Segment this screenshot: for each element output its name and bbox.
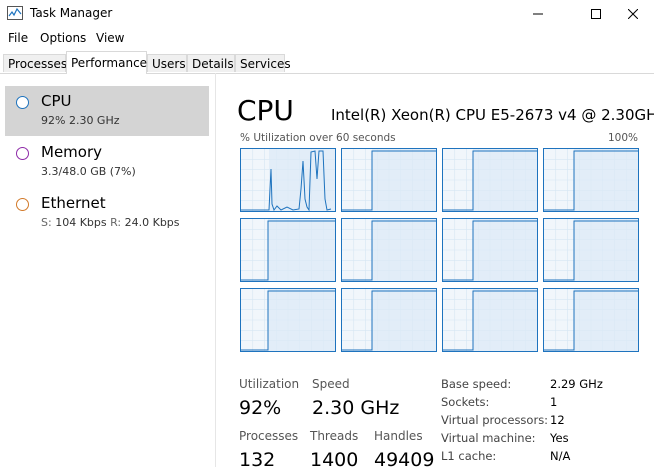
handles-value: 49409 xyxy=(374,449,435,471)
sidebar-item-cpu[interactable]: CPU 92% 2.30 GHz xyxy=(5,86,209,136)
title-bar: Task Manager xyxy=(0,0,654,28)
cpu-model: Intel(R) Xeon(R) CPU E5-2673 v4 @ 2.30GH… xyxy=(331,106,654,124)
processor-graph xyxy=(442,218,538,282)
processor-graph xyxy=(341,288,437,352)
processor-graph xyxy=(341,218,437,282)
base-speed-value: 2.29 GHz xyxy=(550,377,603,391)
sidebar-item-label: CPU xyxy=(41,92,72,110)
menu-view[interactable]: View xyxy=(96,31,124,45)
sidebar-item-sub: 3.3/48.0 GB (7%) xyxy=(41,165,136,178)
l1-cache-label: L1 cache: xyxy=(441,449,497,463)
threads-label: Threads xyxy=(310,429,359,443)
processor-graph xyxy=(543,288,639,352)
l1-cache-value: N/A xyxy=(550,449,571,463)
sidebar-item-memory[interactable]: Memory 3.3/48.0 GB (7%) xyxy=(5,137,209,187)
sidebar-item-label: Ethernet xyxy=(41,194,106,212)
processor-graph xyxy=(240,288,336,352)
threads-value: 1400 xyxy=(310,449,359,471)
cpu-panel: CPU Intel(R) Xeon(R) CPU E5-2673 v4 @ 2.… xyxy=(216,73,654,471)
page-title: CPU xyxy=(237,94,294,127)
virtual-processors-value: 12 xyxy=(550,413,565,427)
utilization-graph-max: 100% xyxy=(607,132,638,144)
sockets-value: 1 xyxy=(550,395,558,409)
receive-label: R: xyxy=(110,216,122,229)
tab-performance[interactable]: Performance xyxy=(66,51,147,74)
close-button[interactable] xyxy=(610,0,654,28)
virtual-machine-label: Virtual machine: xyxy=(441,431,536,445)
tab-services[interactable]: Services xyxy=(235,54,291,72)
cpu-indicator-icon xyxy=(16,96,29,109)
processor-graph xyxy=(442,148,538,212)
processor-graph xyxy=(240,218,336,282)
tab-users[interactable]: Users xyxy=(147,54,187,72)
menu-file[interactable]: File xyxy=(8,31,28,45)
ethernet-indicator-icon xyxy=(16,198,29,211)
memory-indicator-icon xyxy=(16,147,29,160)
task-manager-icon xyxy=(7,6,23,20)
utilization-value: 92% xyxy=(239,397,282,419)
base-speed-label: Base speed: xyxy=(441,377,512,391)
virtual-processors-label: Virtual processors: xyxy=(441,413,549,427)
receive-value: 24.0 Kbps xyxy=(124,216,180,229)
resource-sidebar: CPU 92% 2.30 GHz Memory 3.3/48.0 GB (7%)… xyxy=(0,73,216,467)
processor-graph xyxy=(240,148,336,212)
maximize-icon xyxy=(591,9,601,19)
processor-graph xyxy=(543,148,639,212)
processor-graph xyxy=(341,148,437,212)
sidebar-item-label: Memory xyxy=(41,143,103,161)
processor-graph xyxy=(543,218,639,282)
tab-strip: Processes Performance Users Details Serv… xyxy=(0,51,654,74)
logical-processor-graphs xyxy=(240,148,639,354)
window-title: Task Manager xyxy=(30,6,113,20)
speed-value: 2.30 GHz xyxy=(312,397,400,419)
tab-processes[interactable]: Processes xyxy=(3,54,67,72)
processor-graph xyxy=(442,288,538,352)
sidebar-item-ethernet[interactable]: Ethernet S: 104 Kbps R: 24.0 Kbps xyxy=(5,188,209,238)
minimize-icon xyxy=(533,13,543,15)
send-value: 104 Kbps xyxy=(55,216,107,229)
close-icon xyxy=(628,9,638,19)
tab-details[interactable]: Details xyxy=(187,54,235,72)
minimize-button[interactable] xyxy=(515,0,561,28)
sidebar-item-sub: 92% 2.30 GHz xyxy=(41,114,120,127)
sidebar-item-sub: S: 104 Kbps R: 24.0 Kbps xyxy=(41,216,180,229)
processes-label: Processes xyxy=(239,429,299,443)
sockets-label: Sockets: xyxy=(441,395,490,409)
handles-label: Handles xyxy=(374,429,423,443)
processes-value: 132 xyxy=(239,449,276,471)
send-label: S: xyxy=(41,216,52,229)
utilization-label: Utilization xyxy=(239,377,300,391)
utilization-graph-label: % Utilization over 60 seconds xyxy=(240,132,396,144)
virtual-machine-value: Yes xyxy=(550,431,569,445)
speed-label: Speed xyxy=(312,377,350,391)
menu-options[interactable]: Options xyxy=(40,31,86,45)
